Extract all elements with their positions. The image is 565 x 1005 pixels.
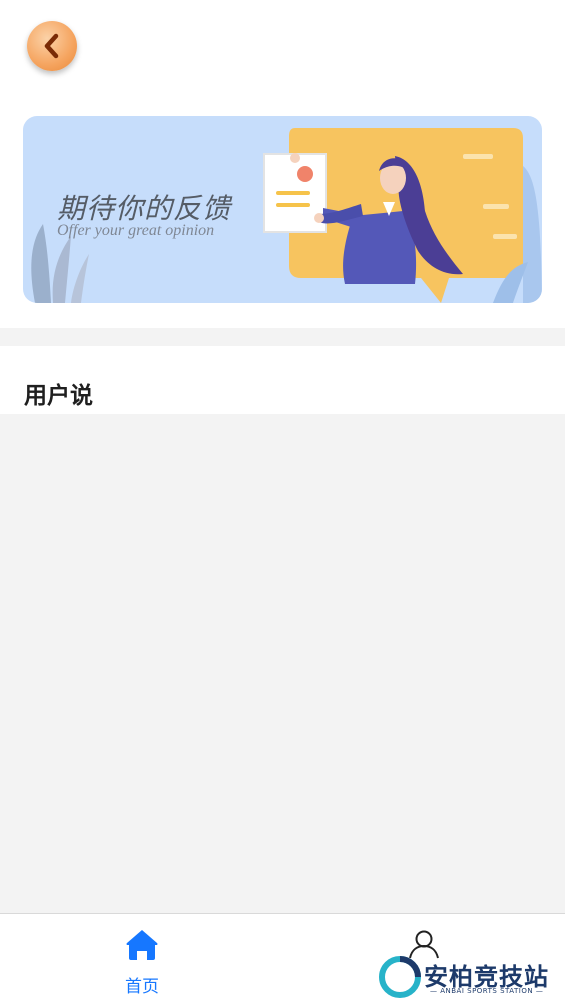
comments-area <box>0 414 565 913</box>
section-title: 用户说 <box>24 383 93 409</box>
banner-subtitle: Offer your great opinion <box>57 222 215 239</box>
watermark-subtext: — ANBAI SPORTS STATION — <box>430 987 544 995</box>
banner-title: 期待你的反馈 <box>57 192 232 225</box>
home-icon <box>126 930 158 960</box>
tab-home-label: 首页 <box>125 977 159 997</box>
logo-icon <box>379 956 421 998</box>
section-divider <box>0 328 565 346</box>
tab-home[interactable]: 首页 <box>82 914 202 1005</box>
feedback-banner: 期待你的反馈 Offer your great opinion <box>23 116 542 303</box>
chevron-left-icon <box>44 33 59 59</box>
back-button[interactable] <box>27 21 77 71</box>
watermark-logo: 安柏竞技站 — ANBAI SPORTS STATION — <box>378 955 558 1001</box>
